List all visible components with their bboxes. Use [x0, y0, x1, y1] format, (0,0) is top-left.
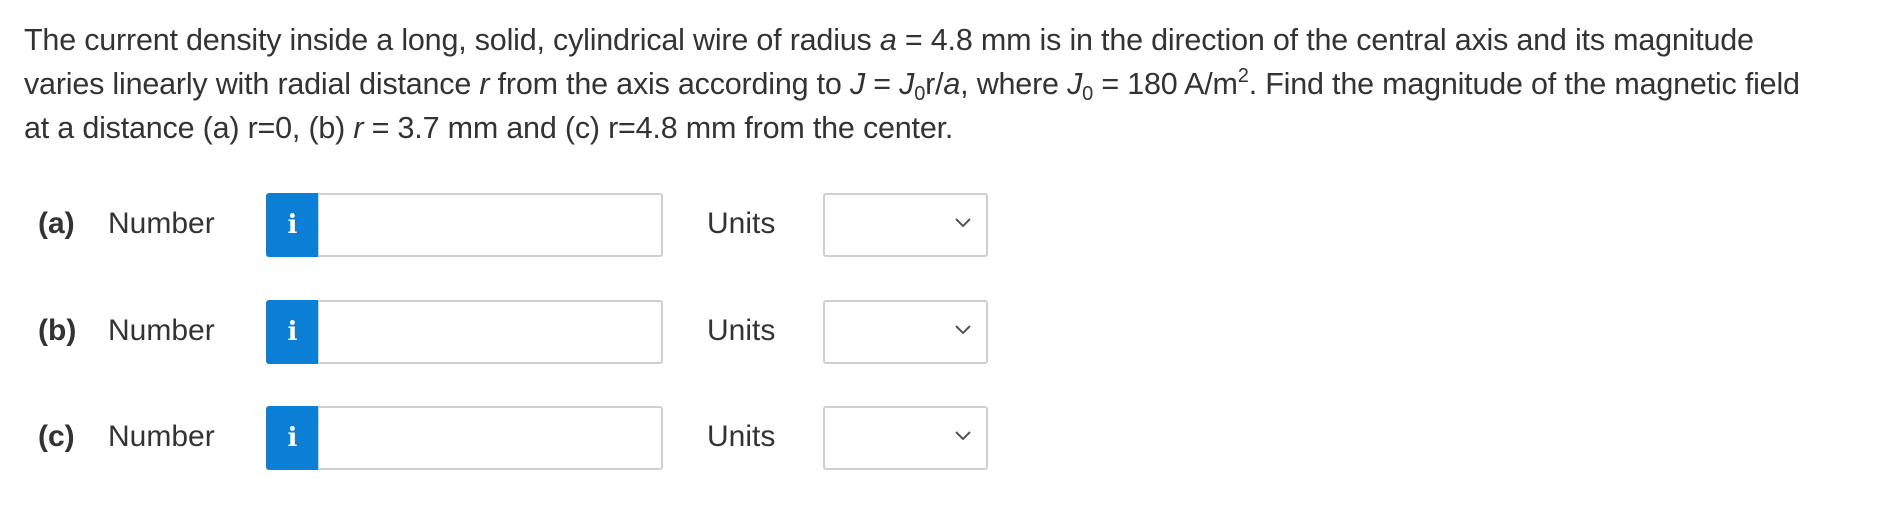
variable-a: a: [879, 23, 897, 57]
answer-row-a: (a) Number i Units: [0, 193, 1893, 257]
part-label: (b): [38, 314, 77, 347]
number-input-c[interactable]: [318, 406, 663, 470]
units-dropdown-c[interactable]: [823, 406, 988, 470]
question-line-3: at a distance (a) r=0, (b) r = 3.7 mm an…: [24, 106, 1874, 150]
number-input-b[interactable]: [318, 300, 663, 364]
question-text-segment: r/: [925, 67, 944, 101]
question-text-segment: =: [865, 67, 900, 101]
answer-row-c: (c) Number i Units: [0, 406, 1893, 470]
question-text-segment: varies linearly with radial distance: [24, 67, 480, 101]
number-label: Number: [108, 207, 215, 240]
question-text-segment: = 3.7 mm and (c) r=4.8 mm from the cente…: [363, 111, 954, 145]
part-label: (c): [38, 420, 75, 453]
variable-J0: J: [899, 67, 915, 101]
number-input-a[interactable]: [318, 193, 663, 257]
units-label: Units: [707, 314, 776, 347]
info-icon[interactable]: i: [266, 300, 319, 364]
question-line-2: varies linearly with radial distance r f…: [24, 62, 1874, 106]
variable-a: a: [943, 67, 961, 101]
chevron-down-icon: [955, 431, 971, 441]
info-icon[interactable]: i: [266, 406, 319, 470]
variable-J: J: [849, 67, 865, 101]
subscript-zero: 0: [914, 83, 926, 105]
question-text-segment: at a distance (a) r=0, (b): [24, 111, 354, 145]
question-text-segment: . Find the magnitude of the magnetic fie…: [1248, 67, 1800, 101]
question-text-segment: from the axis according to: [489, 67, 850, 101]
number-label: Number: [108, 314, 215, 347]
variable-r: r: [479, 67, 490, 101]
answer-row-b: (b) Number i Units: [0, 300, 1893, 364]
variable-J0: J: [1067, 67, 1083, 101]
info-icon[interactable]: i: [266, 193, 319, 257]
units-label: Units: [707, 420, 776, 453]
subscript-zero: 0: [1082, 83, 1094, 105]
number-label: Number: [108, 420, 215, 453]
question-text-segment: = 4.8 mm is in the direction of the cent…: [896, 23, 1754, 57]
question-text-segment: The current density inside a long, solid…: [24, 23, 880, 57]
question-text: The current density inside a long, solid…: [24, 18, 1874, 150]
units-dropdown-b[interactable]: [823, 300, 988, 364]
question-line-1: The current density inside a long, solid…: [24, 18, 1874, 62]
units-dropdown-a[interactable]: [823, 193, 988, 257]
superscript-two: 2: [1237, 65, 1249, 87]
question-text-segment: = 180 A/m: [1093, 67, 1238, 101]
variable-r: r: [353, 111, 364, 145]
question-text-segment: , where: [960, 67, 1068, 101]
units-label: Units: [707, 207, 776, 240]
chevron-down-icon: [955, 325, 971, 335]
part-label: (a): [38, 207, 75, 240]
chevron-down-icon: [955, 218, 971, 228]
